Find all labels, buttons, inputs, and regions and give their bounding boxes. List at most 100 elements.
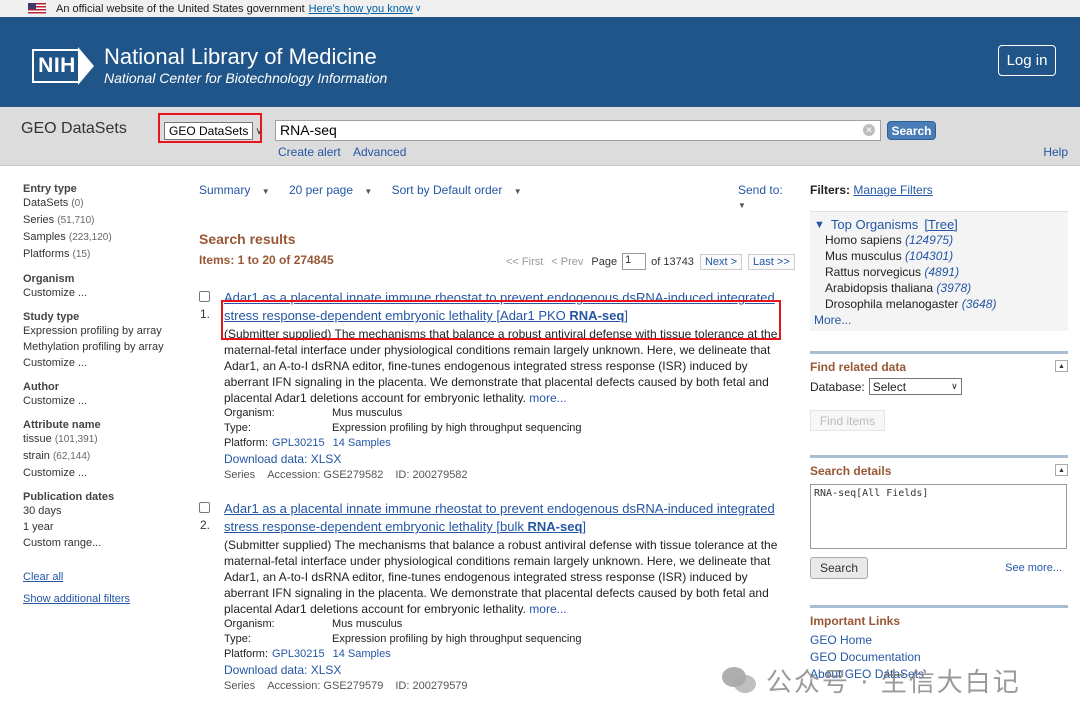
find-related-heading: Find related data (810, 360, 907, 374)
filter-heading-organism: Organism (23, 273, 75, 285)
us-flag-icon (28, 3, 46, 14)
results-heading: Search results (199, 231, 296, 247)
result-number: 1. (200, 307, 211, 321)
filter-item[interactable]: 1 year (23, 519, 183, 535)
watermark: 公众号 · 生信大白记 (722, 662, 1021, 699)
top-organisms-panel: ▼ Top Organisms [Tree] Homo sapiens (124… (810, 211, 1068, 331)
filter-item[interactable]: DataSets (0) (23, 195, 183, 212)
show-additional-filters-link[interactable]: Show additional filters (23, 593, 130, 605)
search-details-textarea[interactable]: RNA-seq[All Fields] (810, 484, 1067, 549)
filter-item[interactable]: Samples (223,120) (23, 229, 183, 246)
filter-heading-attribute: Attribute name (23, 419, 101, 431)
login-button[interactable]: Log in (998, 45, 1056, 76)
more-link[interactable]: more... (529, 602, 566, 616)
result-description: (Submitter supplied) The mechanisms that… (224, 538, 778, 616)
search-input[interactable]: RNA-seq (275, 120, 881, 141)
result-number: 2. (200, 518, 211, 532)
per-page-dropdown[interactable]: 20 per page ▼ (289, 183, 380, 197)
search-button[interactable]: Search (887, 121, 936, 140)
search-details-panel: Search details ▲ RNA-seq[All Fields] Sea… (810, 455, 1068, 579)
filter-heading-author: Author (23, 381, 60, 393)
collapse-arrow-icon[interactable]: ▲ (1055, 360, 1068, 372)
tree-link[interactable]: [Tree] (924, 217, 957, 232)
filter-heading-entry-type: Entry type (23, 183, 77, 195)
summary-dropdown[interactable]: Summary ▼ (199, 183, 278, 197)
search-details-heading: Search details (810, 464, 892, 478)
filter-item[interactable]: Custom range... (23, 535, 183, 551)
filter-item[interactable]: Platforms (15) (23, 246, 183, 263)
more-organisms-link[interactable]: More... (814, 313, 1068, 327)
platform-link[interactable]: GPL30215 (272, 647, 325, 662)
page-number-input[interactable]: 1 (622, 253, 647, 270)
results-toolbar: Summary ▼ 20 per page ▼ Sort by Default … (199, 183, 799, 210)
send-to-dropdown[interactable]: Send to: ▼ (738, 183, 791, 211)
database-select[interactable]: Select ∨ (868, 378, 962, 395)
clear-search-icon[interactable]: ✕ (863, 124, 875, 136)
database-name: GEO DataSets (21, 120, 127, 137)
left-filter-sidebar: Entry type DataSets (0) Series (51,710) … (23, 183, 183, 605)
download-data-link[interactable]: Download data: XLSX (224, 663, 341, 677)
organism-item[interactable]: Arabidopsis thaliana (3978) (814, 280, 1068, 296)
filter-item[interactable]: Series (51,710) (23, 212, 183, 229)
first-page-link[interactable]: << First (506, 256, 543, 268)
wechat-icon (722, 666, 758, 695)
result-checkbox[interactable] (199, 502, 210, 513)
watermark-text: 公众号 · 生信大白记 (766, 668, 1021, 698)
filter-customize[interactable]: Customize ... (23, 285, 183, 301)
find-items-button[interactable]: Find items (810, 410, 885, 431)
result-meta: Series Accession: GSE279582 ID: 200279582 (224, 469, 468, 481)
right-sidebar: Filters: Manage Filters ▼ Top Organisms … (810, 183, 1068, 683)
filter-customize[interactable]: Customize ... (23, 355, 183, 371)
filter-heading-study-type: Study type (23, 311, 80, 323)
result-title-link[interactable]: Adar1 as a placental innate immune rheos… (224, 501, 775, 534)
help-link[interactable]: Help (1043, 145, 1068, 159)
site-subtitle: National Center for Biotechnology Inform… (104, 70, 388, 86)
organism-item[interactable]: Homo sapiens (124975) (814, 232, 1068, 248)
samples-link[interactable]: 14 Samples (333, 647, 391, 662)
find-related-panel: Find related data ▲ Database: Select ∨ Fi… (810, 351, 1068, 431)
filter-item[interactable]: tissue (101,391) (23, 431, 183, 448)
details-search-button[interactable]: Search (810, 557, 868, 579)
nlm-header: NIH National Library of Medicine Nationa… (0, 17, 1080, 107)
nih-logo[interactable]: NIH National Library of Medicine Nationa… (28, 43, 387, 89)
sort-dropdown[interactable]: Sort by Default order ▼ (392, 183, 530, 197)
collapse-arrow-icon[interactable]: ▲ (1055, 464, 1068, 476)
filter-item[interactable]: 30 days (23, 503, 183, 519)
filter-item[interactable]: Methylation profiling by array (23, 339, 183, 355)
filter-customize[interactable]: Customize ... (23, 393, 183, 409)
platform-link[interactable]: GPL30215 (272, 436, 325, 451)
gov-banner: An official website of the United States… (0, 0, 1080, 17)
clear-all-link[interactable]: Clear all (23, 571, 63, 583)
see-more-link[interactable]: See more... (1005, 562, 1062, 574)
top-organisms-heading[interactable]: Top Organisms (831, 217, 918, 232)
chevron-down-icon: ∨ (414, 3, 422, 13)
next-page-button[interactable]: Next > (699, 253, 743, 270)
result-checkbox[interactable] (199, 291, 210, 302)
filter-item[interactable]: strain (62,144) (23, 448, 183, 465)
samples-link[interactable]: 14 Samples (333, 436, 391, 451)
organism-item[interactable]: Mus musculus (104301) (814, 248, 1068, 264)
organism-item[interactable]: Drosophila melanogaster (3648) (814, 296, 1068, 312)
result-meta: Series Accession: GSE279579 ID: 200279579 (224, 680, 468, 692)
how-you-know-link[interactable]: Here's how you know (309, 3, 413, 15)
annotation-box-result-title (221, 300, 781, 340)
geo-home-link[interactable]: GEO Home (810, 632, 1068, 649)
gov-banner-text: An official website of the United States… (56, 2, 305, 15)
items-count: Items: 1 to 20 of 274845 (199, 253, 334, 267)
results-main: Summary ▼ 20 per page ▼ Sort by Default … (199, 183, 799, 694)
filter-heading-pub-dates: Publication dates (23, 491, 115, 503)
manage-filters-link[interactable]: Manage Filters (853, 183, 932, 197)
organism-item[interactable]: Rattus norvegicus (4891) (814, 264, 1068, 280)
filter-item[interactable]: Expression profiling by array (23, 323, 183, 339)
download-data-link[interactable]: Download data: XLSX (224, 452, 341, 466)
filter-customize[interactable]: Customize ... (23, 465, 183, 481)
collapse-triangle-icon[interactable]: ▼ (814, 219, 825, 231)
nih-logo-icon: NIH (28, 43, 98, 89)
prev-page-link[interactable]: < Prev (551, 256, 583, 268)
pager: << First < Prev Page 1 of 13743 Next > L… (506, 253, 795, 270)
last-page-button[interactable]: Last >> (748, 253, 795, 270)
create-alert-link[interactable]: Create alert (278, 145, 341, 159)
site-title: National Library of Medicine (104, 44, 377, 69)
advanced-search-link[interactable]: Advanced (353, 145, 406, 159)
more-link[interactable]: more... (529, 391, 566, 405)
